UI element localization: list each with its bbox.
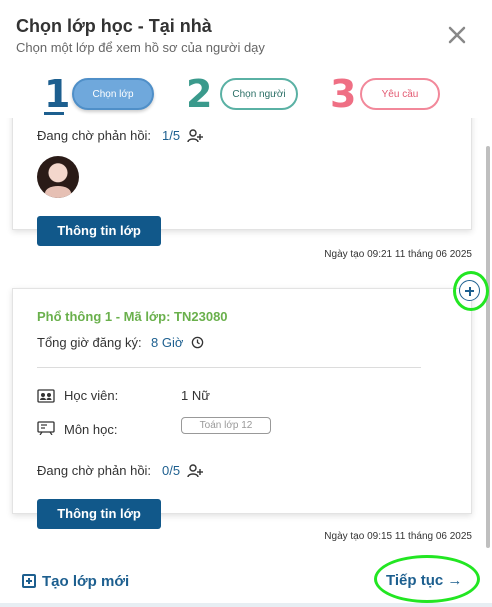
- add-square-icon: [22, 574, 36, 588]
- step-label[interactable]: Yêu cầu: [360, 78, 440, 110]
- subject-tag: Toán lớp 12: [181, 417, 271, 434]
- class-info-button[interactable]: Thông tin lớp: [37, 499, 161, 529]
- pending-value: 0/5: [162, 463, 181, 478]
- bottom-strip: [0, 603, 492, 607]
- total-hours-value: 8 Giờ: [151, 335, 184, 350]
- pending-label: Đang chờ phản hồi:: [37, 463, 152, 478]
- class-card[interactable]: Phổ thông 1 - Mã lớp: TN23080 Tổng giờ đ…: [12, 288, 472, 514]
- create-class-button[interactable]: Tạo lớp mới: [22, 572, 129, 590]
- modal-footer: Tạo lớp mới Tiếp tục →: [0, 558, 492, 607]
- step-underline: [44, 112, 64, 115]
- step-number: 1: [44, 72, 71, 116]
- created-date: Ngày tạo 09:15 11 tháng 06 2025: [324, 531, 472, 542]
- user-plus-icon: [187, 129, 203, 143]
- clock-icon: [191, 336, 204, 349]
- user-plus-icon: [187, 464, 203, 478]
- modal-subtitle: Chọn một lớp để xem hồ sơ của người dạy: [16, 40, 265, 55]
- select-class-modal: Chọn lớp học - Tại nhà Chọn một lớp để x…: [0, 0, 492, 607]
- subject-board-icon: [37, 421, 55, 435]
- total-hours-label: Tổng giờ đăng ký:: [37, 335, 142, 350]
- student-label: Học viên:: [64, 388, 119, 403]
- step-label[interactable]: Chọn lớp: [72, 78, 154, 110]
- continue-button[interactable]: Tiếp tục →: [386, 572, 462, 589]
- close-icon[interactable]: [446, 24, 468, 46]
- step-label[interactable]: Chọn người: [220, 78, 298, 110]
- modal-title: Chọn lớp học - Tại nhà: [16, 16, 212, 36]
- step-number: 3: [330, 72, 357, 116]
- pending-label: Đang chờ phản hồi:: [37, 128, 152, 143]
- created-date: Ngày tạo 09:21 11 tháng 06 2025: [324, 249, 472, 260]
- subject-label: Môn học:: [64, 422, 118, 437]
- class-card[interactable]: Đang chờ phản hồi: 1/5: [12, 118, 472, 230]
- pending-value: 1/5: [162, 128, 181, 143]
- create-class-label: Tạo lớp mới: [42, 573, 130, 590]
- class-info-button[interactable]: Thông tin lớp: [37, 216, 161, 246]
- step-number: 2: [186, 72, 213, 116]
- teacher-avatar[interactable]: [37, 156, 79, 198]
- expand-plus-icon[interactable]: [459, 280, 480, 301]
- divider: [37, 367, 421, 368]
- class-title: Phổ thông 1 - Mã lớp: TN23080: [37, 309, 228, 324]
- modal-header: Chọn lớp học - Tại nhà Chọn một lớp để x…: [0, 0, 492, 118]
- student-icon: [37, 389, 55, 403]
- scrollbar-thumb[interactable]: [486, 146, 490, 548]
- class-list[interactable]: Đang chờ phản hồi: 1/5 Thông tin lớp Ngà…: [0, 118, 492, 558]
- student-value: 1 Nữ: [181, 388, 210, 403]
